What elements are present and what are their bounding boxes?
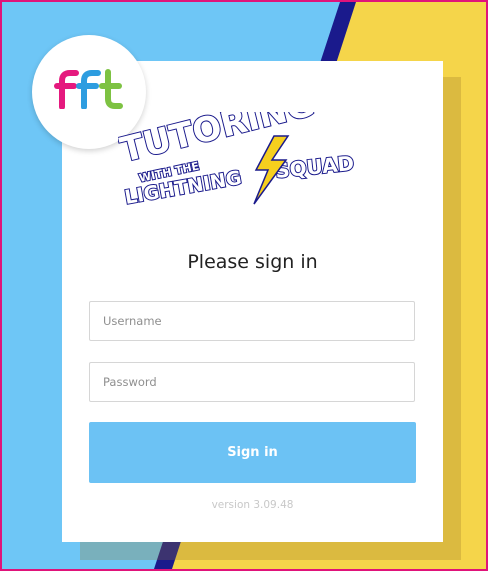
page-frame: TUTORING WITH THE LIGHTNING SQUAD Please… [0,0,488,571]
password-input[interactable] [89,362,415,402]
fft-logo-mark [54,69,123,109]
username-input[interactable] [89,301,415,341]
banner-word-squad: SQUAD [274,151,355,183]
sign-in-button[interactable]: Sign in [89,422,416,483]
page-title: Please sign in [187,251,318,273]
tutoring-lightning-squad-banner: TUTORING WITH THE LIGHTNING SQUAD [118,112,356,210]
version-label: version 3.09.48 [211,499,294,511]
